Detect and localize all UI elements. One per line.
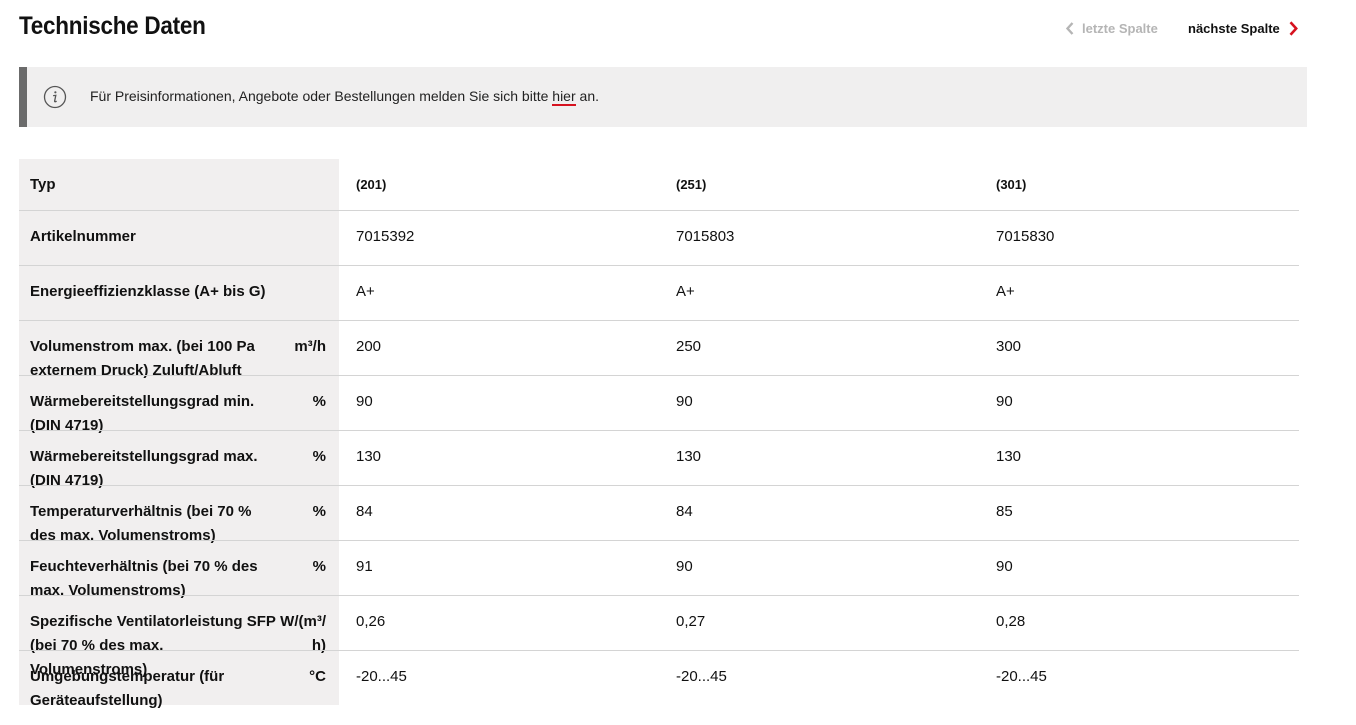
price-info-notice: Für Preisinformationen, Angebote oder Be…: [19, 67, 1307, 127]
table-row: Energieeffizienzklasse (A+ bis G) A+ A+ A+: [19, 266, 1299, 320]
cell-value: 250: [676, 338, 702, 355]
table-row: Wärmebereitstellungsgrad min. (DIN 4719)…: [19, 376, 1299, 434]
cell-value: 130: [356, 448, 382, 465]
table-row: Umgebungstemperatur (für Geräteaufstellu…: [19, 651, 1299, 709]
table-row: Temperaturverhältnis (bei 70 % des max. …: [19, 486, 1299, 544]
cell-value: A+: [676, 283, 695, 300]
cell-value: 7015392: [356, 228, 415, 245]
cell-value: 200: [356, 338, 382, 355]
next-column-button[interactable]: nächste Spalte: [1188, 21, 1298, 36]
chevron-left-icon: [1066, 22, 1074, 35]
cell-value: A+: [996, 283, 1015, 300]
cell-value: -20...45: [996, 668, 1047, 685]
cell-value: 130: [996, 448, 1022, 465]
cell-value: 85: [996, 503, 1013, 520]
row-unit: °C: [309, 668, 326, 685]
row-divider: [19, 375, 1299, 376]
cell-value: 0,26: [356, 613, 386, 630]
row-divider: [19, 650, 1299, 651]
row-divider: [19, 485, 1299, 486]
table-header-row: Typ (201) (251) (301): [19, 159, 1299, 210]
row-label: Umgebungstemperatur (für Geräteaufstellu…: [30, 668, 225, 709]
cell-value: 84: [356, 503, 373, 520]
row-unit: %: [312, 448, 326, 465]
notice-text-after: an.: [575, 88, 599, 104]
previous-column-label: letzte Spalte: [1082, 21, 1158, 36]
row-label: Energieeffizienzklasse (A+ bis G): [30, 283, 266, 300]
cell-value: -20...45: [356, 668, 407, 685]
table-row: Artikelnummer 7015392 7015803 7015830: [19, 211, 1299, 265]
row-unit: m³/h: [294, 338, 326, 355]
chevron-right-icon: [1289, 21, 1298, 36]
table-row: Spezifische Ventilatorleistung SFP (bei …: [19, 596, 1299, 678]
previous-column-button[interactable]: letzte Spalte: [1066, 21, 1158, 36]
column-header-type: (301): [996, 177, 1027, 192]
column-header-type: (251): [676, 177, 707, 192]
row-divider: [19, 595, 1299, 596]
cell-value: 91: [356, 558, 373, 575]
cell-value: 130: [676, 448, 702, 465]
row-divider: [19, 320, 1299, 321]
column-header-type: (201): [356, 177, 387, 192]
cell-value: 90: [676, 393, 693, 410]
row-unit: %: [312, 503, 326, 520]
notice-text-before: Für Preisinformationen, Angebote oder Be…: [90, 88, 553, 104]
cell-value: 84: [676, 503, 693, 520]
cell-value: 0,27: [676, 613, 706, 630]
table-row: Wärmebereitstellungsgrad max. (DIN 4719)…: [19, 431, 1299, 489]
cell-value: 0,28: [996, 613, 1026, 630]
next-column-label: nächste Spalte: [1188, 21, 1280, 36]
cell-value: -20...45: [676, 668, 727, 685]
row-divider: [19, 430, 1299, 431]
row-divider: [19, 210, 1299, 211]
info-icon: [43, 85, 67, 109]
row-label: Typ: [30, 176, 56, 193]
row-label: Artikelnummer: [30, 228, 136, 245]
cell-value: 90: [996, 393, 1013, 410]
row-unit: %: [312, 558, 326, 575]
table-row: Feuchteverhältnis (bei 70 % des max. Vol…: [19, 541, 1299, 599]
cell-value: 90: [356, 393, 373, 410]
cell-value: 300: [996, 338, 1022, 355]
cell-value: A+: [356, 283, 375, 300]
cell-value: 90: [676, 558, 693, 575]
login-link[interactable]: hier: [552, 88, 576, 106]
row-unit: %: [312, 393, 326, 410]
row-divider: [19, 540, 1299, 541]
cell-value: 7015830: [996, 228, 1055, 245]
table-row: Volumenstrom max. (bei 100 Pa externem D…: [19, 321, 1299, 379]
cell-value: 90: [996, 558, 1013, 575]
page-title: Technische Daten: [19, 12, 206, 40]
notice-text: Für Preisinformationen, Angebote oder Be…: [90, 88, 599, 106]
row-divider: [19, 265, 1299, 266]
cell-value: 7015803: [676, 228, 735, 245]
